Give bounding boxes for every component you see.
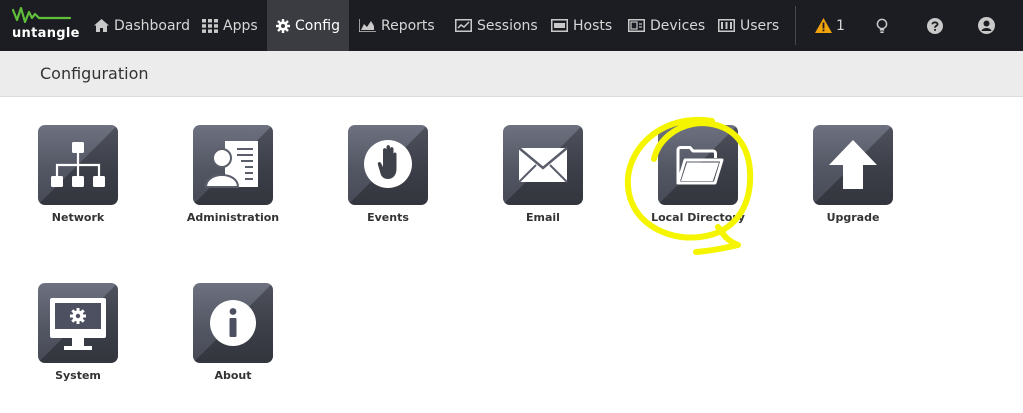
nav-divider (795, 6, 796, 45)
tile-administration-label: Administration (186, 211, 280, 224)
tile-about-box (193, 283, 273, 363)
email-icon (518, 147, 568, 183)
tile-network-label: Network (51, 211, 105, 224)
nav-devices-label: Devices (650, 17, 706, 34)
account-icon (978, 17, 995, 34)
nav-apps[interactable]: Apps (202, 0, 258, 51)
logo-text: untangle (12, 26, 80, 41)
nav-dashboard-label: Dashboard (114, 17, 190, 34)
tile-local-directory-label: Local Directory (651, 211, 745, 224)
nav-devices[interactable]: Devices (628, 0, 705, 51)
gear-icon (276, 18, 291, 33)
help-button[interactable] (927, 0, 943, 51)
nav-dashboard[interactable]: Dashboard (94, 0, 190, 51)
tile-system-box (38, 283, 118, 363)
tile-local-directory[interactable]: Local Directory (643, 125, 753, 224)
nav-config[interactable]: Config (267, 0, 349, 51)
tile-events[interactable]: Events (333, 125, 443, 224)
administration-icon (204, 141, 258, 188)
untangle-logo[interactable]: untangle (11, 6, 79, 46)
nav-users-label: Users (740, 17, 780, 34)
nav-sessions-label: Sessions (477, 17, 538, 34)
hosts-icon (551, 19, 568, 32)
tile-about-label: About (214, 369, 252, 382)
nav-config-label: Config (295, 17, 340, 34)
tile-network-box (38, 125, 118, 205)
tile-upgrade[interactable]: Upgrade (798, 125, 908, 224)
users-icon (718, 19, 735, 32)
upgrade-arrow-icon (829, 140, 877, 189)
nav-reports-label: Reports (381, 17, 435, 34)
tile-system[interactable]: System (23, 283, 133, 382)
network-icon (51, 142, 105, 187)
tile-system-label: System (55, 369, 101, 382)
account-button[interactable] (978, 0, 995, 51)
tile-local-directory-box (658, 125, 738, 205)
sessions-icon (455, 19, 472, 32)
grid-icon (202, 18, 218, 33)
tile-administration-box (193, 125, 273, 205)
tile-network[interactable]: Network (23, 125, 133, 224)
tile-upgrade-box (813, 125, 893, 205)
top-navbar: untangle Dashboard Apps Config Reports S… (0, 0, 1023, 51)
lightbulb-icon (876, 18, 888, 33)
alerts-button[interactable]: 1 (815, 0, 845, 51)
tile-email-label: Email (526, 211, 560, 224)
devices-icon (628, 19, 645, 32)
tile-administration[interactable]: Administration (178, 125, 288, 224)
folder-icon (676, 146, 724, 185)
events-hand-icon (364, 140, 412, 188)
warning-icon (815, 18, 832, 33)
area-chart-icon (359, 19, 376, 32)
page-header: Configuration (0, 51, 1023, 97)
home-icon (94, 19, 109, 32)
nav-hosts[interactable]: Hosts (551, 0, 612, 51)
tile-events-box (348, 125, 428, 205)
nav-sessions[interactable]: Sessions (455, 0, 538, 51)
tile-email-box (503, 125, 583, 205)
info-icon (210, 300, 256, 346)
page-title: Configuration (40, 64, 149, 83)
nav-hosts-label: Hosts (573, 17, 613, 34)
nav-apps-label: Apps (223, 17, 258, 34)
nav-users[interactable]: Users (718, 0, 779, 51)
tile-email[interactable]: Email (488, 125, 598, 224)
tile-about[interactable]: About (178, 283, 288, 382)
nav-reports[interactable]: Reports (359, 0, 435, 51)
untangle-wave-icon (11, 6, 72, 24)
tips-button[interactable] (876, 0, 888, 51)
system-monitor-icon (50, 298, 106, 350)
alert-count: 1 (836, 17, 845, 34)
help-icon (927, 17, 943, 34)
tile-events-label: Events (367, 211, 409, 224)
tile-upgrade-label: Upgrade (826, 211, 880, 224)
